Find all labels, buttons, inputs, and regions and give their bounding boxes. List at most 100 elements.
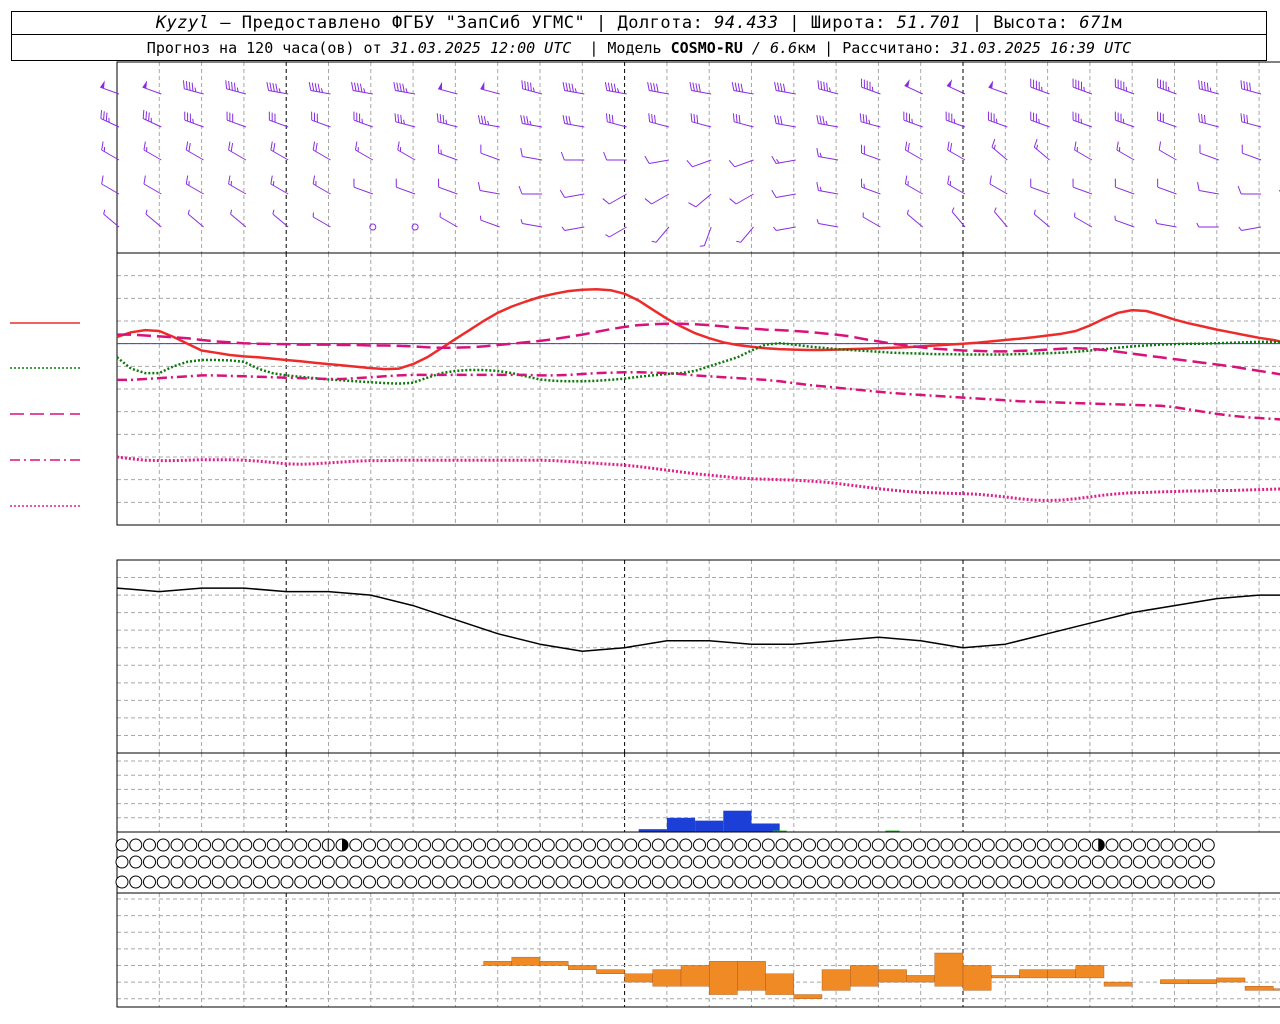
cloud-cover-icon <box>1105 838 1119 852</box>
wind-barb <box>605 226 627 238</box>
wind-barb <box>1114 111 1135 128</box>
cloud-cover-icon <box>404 838 418 852</box>
wind-barb <box>354 141 374 161</box>
wind-barb <box>951 207 966 228</box>
wind-barb <box>736 226 754 243</box>
cloud-cover-icon <box>899 875 913 889</box>
wind-barb <box>1030 78 1050 95</box>
cloud-cover-icon <box>926 855 940 869</box>
cloud-cover-icon <box>1160 875 1174 889</box>
cloud-cover-icon <box>1119 838 1133 852</box>
wind-barb <box>1114 178 1135 195</box>
cloud-cover-icon <box>198 855 211 869</box>
wind-barb <box>1241 144 1262 161</box>
cloud-cover-icon <box>706 838 720 852</box>
cloud-cover-icon <box>583 838 596 852</box>
cloud-cover-icon <box>143 838 156 852</box>
wind-barb <box>184 111 204 128</box>
cloud-cover-icon <box>706 875 720 889</box>
cloud-cover-icon <box>514 855 528 869</box>
cloud-cover-icon <box>995 855 1009 869</box>
cloud-cover-icon <box>376 838 390 852</box>
cloud-cover-icon <box>486 855 500 869</box>
series-line-t850 <box>117 322 1280 376</box>
cloud-cover-icon <box>940 855 954 869</box>
cloud-cover-icon <box>1133 875 1146 889</box>
cloud-cover-icon <box>954 855 968 869</box>
conv-cloud-bar <box>1047 969 1076 979</box>
wind-barb <box>143 141 162 161</box>
wind-barb <box>228 141 247 161</box>
cloud-cover-icon <box>871 838 885 852</box>
cloud-cover-icon <box>143 855 156 869</box>
wind-barb <box>100 80 120 95</box>
wind-barb <box>268 111 289 128</box>
cloud-cover-icon <box>816 875 830 889</box>
wind-barb <box>187 209 204 228</box>
wind-barb <box>1199 144 1219 161</box>
cloud-cover-icon <box>321 838 335 852</box>
cloud-cover-icon <box>1146 875 1160 889</box>
cloud-cover-icon <box>156 838 170 852</box>
cloud-cover-icon <box>844 875 858 889</box>
cloud-cover-icon <box>500 875 514 889</box>
cloud-cover-icon <box>899 855 913 869</box>
wind-barb <box>270 175 289 195</box>
conv-cloud-bar <box>793 994 823 999</box>
cloud-cover-icon <box>899 838 913 852</box>
wind-barb <box>480 81 500 95</box>
conv-cloud-bar <box>1160 979 1189 984</box>
cloud-cover-icon <box>239 875 253 889</box>
cloud-cover-icon <box>555 855 569 869</box>
conv-cloud-bar <box>1188 979 1217 984</box>
cloud-cover-icon <box>129 838 143 852</box>
series-line-t500 <box>116 455 1280 502</box>
cloud-cover-icon <box>211 855 225 869</box>
cloud-cover-icon <box>761 875 775 889</box>
cloud-cover-icon <box>954 838 968 852</box>
cloud-cover-icon <box>610 875 624 889</box>
cloud-cover-icon <box>528 875 541 889</box>
cloud-cover-icon <box>1201 875 1215 889</box>
series-line-t700 <box>117 370 1280 421</box>
wind-barb <box>861 144 881 161</box>
cloud-cover-icon <box>940 875 954 889</box>
cloud-cover-icon <box>1078 875 1091 889</box>
cloud-cover-icon <box>789 875 803 889</box>
series-line-t2m <box>116 288 1280 371</box>
cloud-cover-icon <box>913 875 926 889</box>
conv-cloud-bar <box>596 969 625 974</box>
cloud-cover-icon <box>198 875 211 889</box>
cloud-cover-icon <box>968 838 981 852</box>
cloud-cover-icon <box>321 875 335 889</box>
cloud-cover-icon <box>1160 855 1174 869</box>
cloud-cover-icon <box>940 838 954 852</box>
cloud-cover-icon <box>761 855 775 869</box>
conv-cloud-bar <box>991 975 1020 979</box>
panel-frame <box>116 752 1280 833</box>
wind-barb <box>1074 212 1093 228</box>
cloud-cover-icon <box>390 838 404 852</box>
cloud-cover-icon <box>1078 838 1091 852</box>
wind-barb <box>559 189 585 198</box>
cloud-cover-icon <box>541 875 555 889</box>
cloud-cover-icon <box>995 838 1009 852</box>
cloud-cover-icon <box>280 855 294 869</box>
wind-barb <box>1116 141 1135 161</box>
cloud-cover-icon <box>1119 855 1133 869</box>
wind-barb <box>771 155 796 164</box>
wind-barb <box>312 141 331 161</box>
cloud-cover-icon <box>280 838 294 852</box>
conv-cloud-bar <box>878 969 907 983</box>
wind-barb <box>1157 111 1177 128</box>
cloud-cover-icon <box>693 875 706 889</box>
cloud-cover-icon <box>156 875 170 889</box>
wind-barb <box>520 219 543 228</box>
wind-barb <box>728 159 754 168</box>
wind-barb <box>904 175 923 195</box>
cloud-cover-icon <box>1064 838 1078 852</box>
cloud-cover-icon <box>294 838 308 852</box>
cloud-cover-icon <box>693 838 706 852</box>
wind-barb <box>143 175 162 195</box>
cloud-cover-icon <box>885 838 899 852</box>
